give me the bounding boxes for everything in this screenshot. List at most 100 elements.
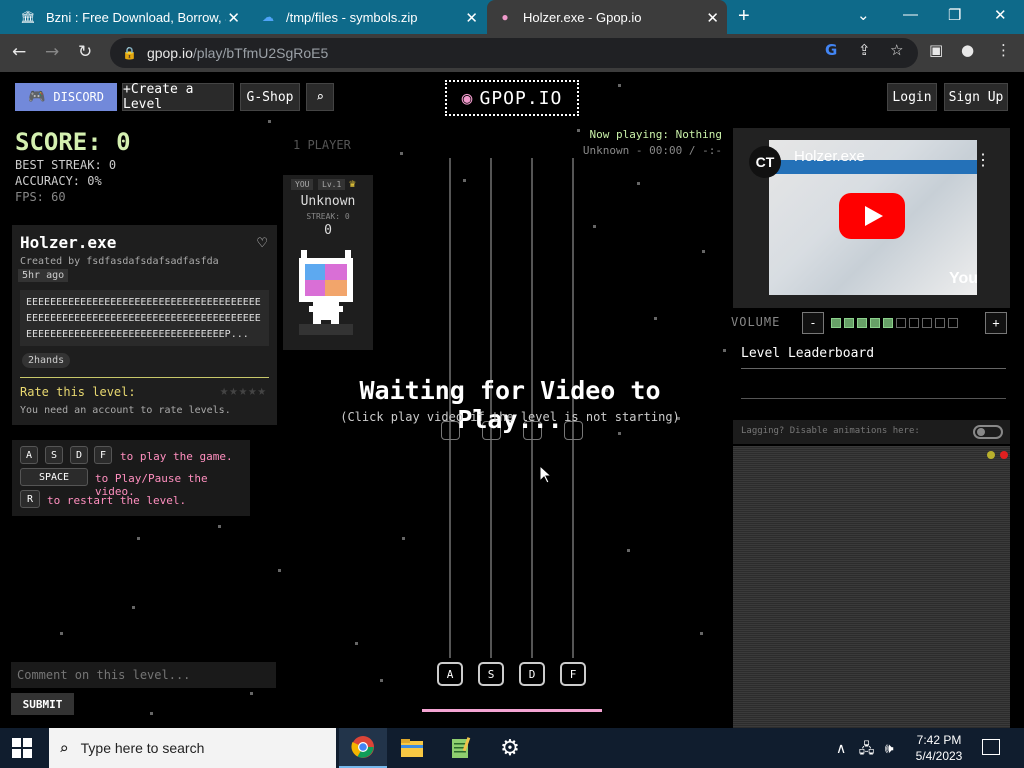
menu-icon[interactable]: ⋮ xyxy=(996,41,1011,59)
search-icon[interactable]: ⌕ xyxy=(306,83,334,111)
profile-icon[interactable]: ● xyxy=(961,41,974,59)
level-badge: Lv.1 xyxy=(318,179,346,190)
tab-search-icon[interactable]: ⌄ xyxy=(857,6,870,24)
reload-icon[interactable]: ↻ xyxy=(78,42,92,62)
volume-icon[interactable]: 🕪 xyxy=(885,741,894,757)
leaderboard-title: Level Leaderboard xyxy=(741,346,875,361)
new-tab-button[interactable]: + xyxy=(738,5,750,28)
accuracy: ACCURACY: 0% xyxy=(15,174,102,188)
channel-avatar[interactable]: CT xyxy=(749,146,781,178)
forward-icon[interactable]: → xyxy=(45,42,59,62)
settings-icon[interactable]: ⚙ xyxy=(486,728,534,768)
side-panel-icon[interactable]: ▣ xyxy=(929,41,943,59)
browser-tab-strip: 🏛 Bzni : Free Download, Borrow, an ✕ ☁ /… xyxy=(0,0,1024,34)
star xyxy=(463,179,466,182)
lane-key-s[interactable]: S xyxy=(478,662,504,686)
lane-key-a[interactable]: A xyxy=(437,662,463,686)
tab-gpop[interactable]: ● Holzer.exe - Gpop.io ✕ xyxy=(487,0,727,34)
taskbar-search[interactable]: ⌕ Type here to search xyxy=(49,728,336,768)
star xyxy=(627,549,630,552)
discord-button[interactable]: 🎮 DISCORD xyxy=(15,83,117,111)
volume-segment[interactable] xyxy=(883,318,893,328)
key-d: D xyxy=(70,446,88,464)
heart-icon[interactable]: ♡ xyxy=(257,233,267,252)
restore-icon[interactable]: ❐ xyxy=(948,6,961,24)
volume-segment[interactable] xyxy=(857,318,867,328)
volume-segment[interactable] xyxy=(896,318,906,328)
gshop-button[interactable]: G-Shop xyxy=(240,83,300,111)
close-icon[interactable]: ✕ xyxy=(465,9,478,27)
taskbar-clock[interactable]: 7:42 PM 5/4/2023 xyxy=(908,732,970,764)
window-close-icon[interactable]: ✕ xyxy=(994,6,1007,24)
star xyxy=(380,679,383,682)
star xyxy=(400,152,403,155)
player-card: YOU Lv.1 ♛ Unknown STREAK: 0 0 xyxy=(283,175,373,350)
score-display: SCORE: 0 xyxy=(15,128,131,156)
comment-input[interactable] xyxy=(11,662,276,688)
volume-segment[interactable] xyxy=(844,318,854,328)
volume-segment[interactable] xyxy=(831,318,841,328)
google-icon[interactable]: G xyxy=(825,41,837,59)
submit-button[interactable]: SUBMIT xyxy=(11,693,74,715)
volume-segment[interactable] xyxy=(948,318,958,328)
video-player[interactable]: YouTube CT Holzer.exe ⋮ xyxy=(733,128,1010,308)
volume-segment[interactable] xyxy=(922,318,932,328)
star xyxy=(654,317,657,320)
volume-segment[interactable] xyxy=(870,318,880,328)
discord-label: DISCORD xyxy=(53,90,104,104)
waiting-subtitle: (Click play video if the level is not st… xyxy=(340,410,680,424)
player-name: Unknown xyxy=(300,194,356,209)
mouse-cursor-icon xyxy=(540,466,552,484)
login-button[interactable]: Login xyxy=(887,83,937,111)
network-icon[interactable]: 🖧 xyxy=(859,741,875,757)
file-explorer-icon[interactable] xyxy=(388,728,436,768)
star xyxy=(593,225,596,228)
level-tag[interactable]: 2hands xyxy=(22,353,71,368)
gear-icon: ⚙ xyxy=(500,735,520,761)
logo-text: GPOP.IO xyxy=(479,87,563,109)
best-streak: BEST STREAK: 0 xyxy=(15,158,117,172)
bookmark-star-icon[interactable]: ☆ xyxy=(890,41,903,59)
song-progress-bar xyxy=(422,709,602,712)
share-icon[interactable]: ⇪ xyxy=(858,41,871,59)
lane-key-d[interactable]: D xyxy=(519,662,545,686)
animations-toggle[interactable] xyxy=(973,425,1003,439)
lane-key-f[interactable]: F xyxy=(560,662,586,686)
video-menu-icon[interactable]: ⋮ xyxy=(975,150,991,170)
volume-up-button[interactable]: + xyxy=(985,312,1007,334)
tab-archive[interactable]: 🏛 Bzni : Free Download, Borrow, an ✕ xyxy=(10,0,248,34)
star xyxy=(355,642,358,645)
volume-down-button[interactable]: - xyxy=(802,312,824,334)
waiting-title: Waiting for Video to Play... xyxy=(359,376,661,434)
key-space: SPACE xyxy=(20,468,88,486)
back-icon[interactable]: ← xyxy=(12,42,26,62)
level-creator[interactable]: Created by fsdfasdafsdafsadfasfda xyxy=(20,256,219,267)
close-icon[interactable]: ✕ xyxy=(227,9,240,27)
windows-start-icon[interactable] xyxy=(12,738,32,758)
volume-segment[interactable] xyxy=(935,318,945,328)
notification-icon[interactable] xyxy=(982,739,1000,755)
tab-symbols[interactable]: ☁ /tmp/files - symbols.zip ✕ xyxy=(250,0,486,34)
url-path: /play/bTfmU2SgRoE5 xyxy=(192,45,329,61)
youtube-play-icon[interactable] xyxy=(839,193,905,239)
controls-card: A S D F to play the game. SPACE to Play/… xyxy=(12,440,250,516)
url-host: gpop.io xyxy=(146,45,193,61)
divider xyxy=(741,398,1006,399)
volume-segment[interactable] xyxy=(909,318,919,328)
site-logo[interactable]: ◉ GPOP.IO xyxy=(445,80,579,116)
rating-stars[interactable]: ★★★★★ xyxy=(220,383,267,399)
chevron-up-icon[interactable]: ∧ xyxy=(836,741,846,757)
create-level-button[interactable]: +Create a Level xyxy=(122,82,234,112)
system-tray[interactable]: ∧ 🖧 🕪 xyxy=(836,738,894,762)
address-bar[interactable]: 🔒 gpop.io/play/bTfmU2SgRoE5 xyxy=(110,38,918,68)
notepad-icon[interactable] xyxy=(437,728,485,768)
status-dot-yellow xyxy=(987,451,995,459)
youtube-logo[interactable]: YouTube xyxy=(949,270,977,288)
close-icon[interactable]: ✕ xyxy=(706,9,719,27)
video-title[interactable]: Holzer.exe xyxy=(794,148,865,165)
star xyxy=(218,525,221,528)
key-a: A xyxy=(20,446,38,464)
chrome-app-icon[interactable] xyxy=(339,728,387,768)
minimize-icon[interactable]: — xyxy=(903,6,918,23)
signup-button[interactable]: Sign Up xyxy=(944,83,1008,111)
